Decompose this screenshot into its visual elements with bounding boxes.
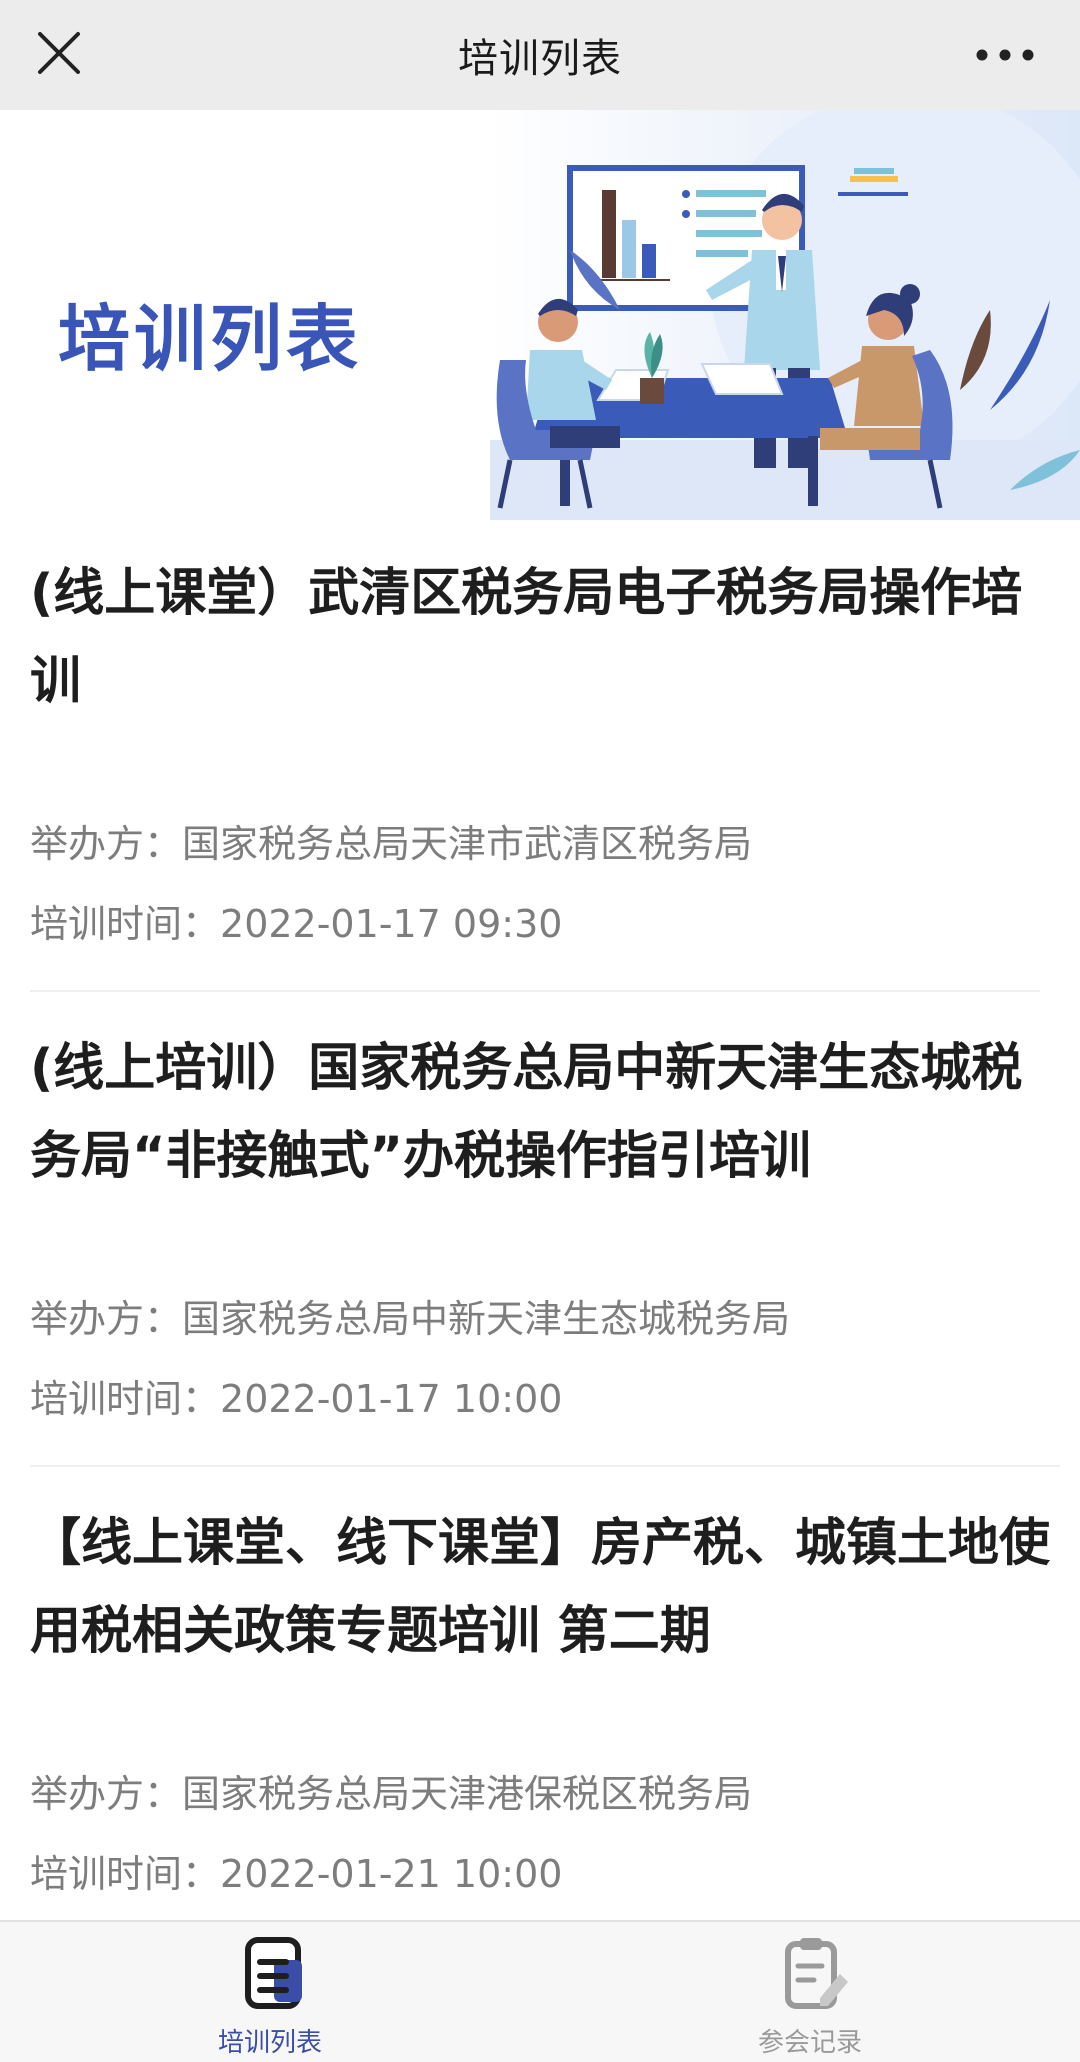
tab-label: 培训列表 (217, 2028, 322, 2058)
organizer-value: 国家税务总局天津港保税区税务局 (182, 1772, 753, 1816)
time-label: 培训时间： (30, 902, 221, 946)
divider (30, 990, 1040, 992)
organizer-label: 举办方： (30, 1772, 183, 1816)
tab-attendance-record[interactable]: 参会记录 (660, 1922, 960, 2062)
page-title: 培训列表 (458, 36, 622, 82)
training-item[interactable]: 【线上课堂、线下课堂】房产税、城镇土地使用税相关政策专题培训 第二期 举办方：国… (0, 1500, 1080, 1920)
training-time: 培训时间：2022-01-21 10:00 (30, 1843, 562, 1898)
time-value: 2022-01-17 10:00 (220, 1377, 563, 1421)
time-label: 培训时间： (30, 1852, 221, 1896)
training-item[interactable]: (线上培训）国家税务总局中新天津生态城税务局“非接触式”办税操作指引培训 举办方… (0, 1025, 1080, 1465)
organizer-value: 国家税务总局天津市武清区税务局 (182, 822, 753, 866)
training-organizer: 举办方：国家税务总局天津市武清区税务局 (30, 813, 752, 868)
training-list-icon (245, 1937, 302, 2009)
training-title[interactable]: (线上培训）国家税务总局中新天津生态城税务局“非接触式”办税操作指引培训 (30, 1025, 1050, 1201)
banner-title: 培训列表 (58, 297, 363, 381)
time-value: 2022-01-17 09:30 (220, 902, 563, 946)
time-value: 2022-01-21 10:00 (220, 1852, 563, 1896)
training-organizer: 举办方：国家税务总局中新天津生态城税务局 (30, 1288, 790, 1343)
bottom-tab-bar: 培训列表 参会记录 (0, 1920, 1080, 2062)
tab-training-list[interactable]: 培训列表 (120, 1922, 420, 2062)
close-icon[interactable] (28, 22, 92, 86)
meeting-presentation-illustration (490, 110, 1080, 520)
organizer-label: 举办方： (30, 822, 183, 866)
training-title[interactable]: 【线上课堂、线下课堂】房产税、城镇土地使用税相关政策专题培训 第二期 (30, 1500, 1050, 1676)
training-time: 培训时间：2022-01-17 09:30 (30, 893, 562, 948)
divider (30, 1465, 1060, 1467)
more-horizontal-icon[interactable] (970, 30, 1040, 80)
banner: 培训列表 (0, 110, 1080, 520)
organizer-label: 举办方： (30, 1297, 183, 1341)
attendance-record-icon (785, 1938, 848, 2009)
training-time: 培训时间：2022-01-17 10:00 (30, 1368, 562, 1423)
training-organizer: 举办方：国家税务总局天津港保税区税务局 (30, 1763, 752, 1818)
training-title[interactable]: (线上课堂）武清区税务局电子税务局操作培训 (30, 550, 1050, 726)
tab-label: 参会记录 (757, 2028, 862, 2058)
time-label: 培训时间： (30, 1377, 221, 1421)
top-nav-bar: 培训列表 (0, 0, 1080, 110)
training-item[interactable]: (线上课堂）武清区税务局电子税务局操作培训 举办方：国家税务总局天津市武清区税务… (0, 550, 1080, 990)
organizer-value: 国家税务总局中新天津生态城税务局 (182, 1297, 791, 1341)
